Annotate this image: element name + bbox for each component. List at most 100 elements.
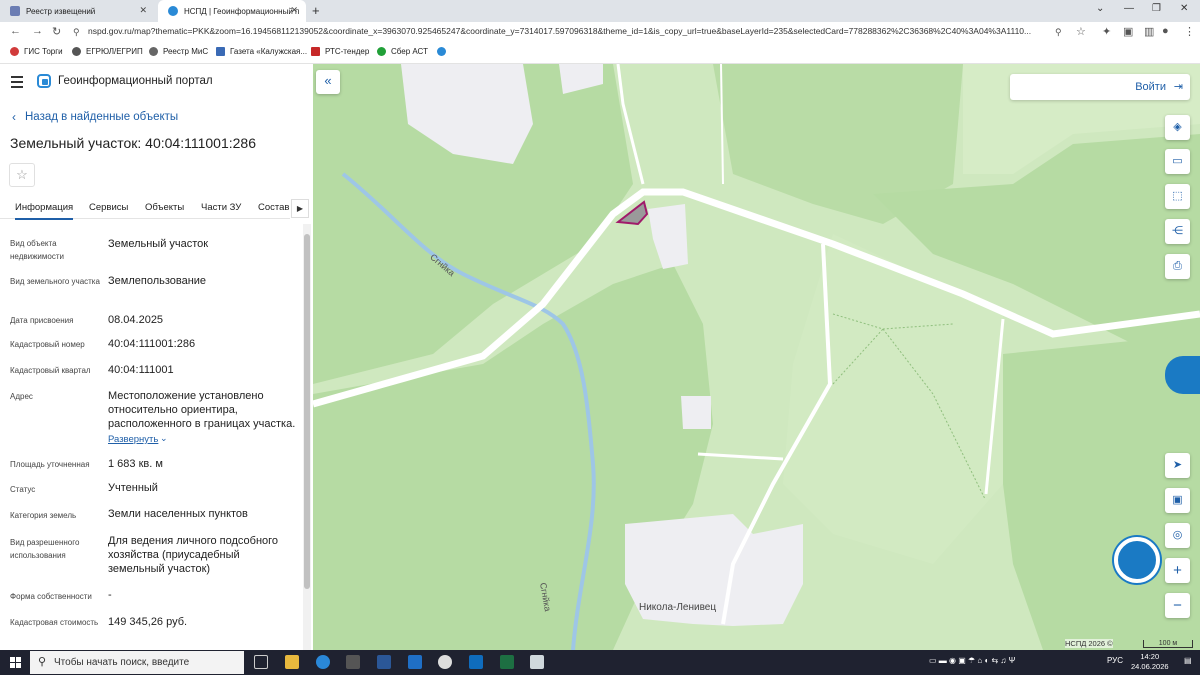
- field-value: 149 345,26 руб.: [108, 616, 188, 628]
- portal-header: Геоинформационный портал: [0, 64, 313, 100]
- expand-address-link[interactable]: Развернуть: [108, 434, 158, 445]
- zoom-in-button[interactable]: +: [1165, 558, 1190, 583]
- browser-tab-nspd[interactable]: НСПД | Геоинформационный п ✕: [158, 0, 306, 22]
- extensions-icon[interactable]: ✦: [1102, 25, 1111, 38]
- tab-services[interactable]: Сервисы: [89, 202, 128, 213]
- tab-title: НСПД | Геоинформационный п: [184, 6, 300, 16]
- word-icon[interactable]: [377, 655, 391, 669]
- excel-icon[interactable]: [500, 655, 514, 669]
- zoom-out-button[interactable]: −: [1165, 593, 1190, 618]
- navigate-arrow-icon[interactable]: ➤: [1165, 453, 1190, 478]
- site-info-icon[interactable]: ⚲: [73, 27, 80, 38]
- field-label: Дата присвоения: [10, 316, 74, 325]
- bookmark-item[interactable]: РТС-тендер: [311, 47, 369, 56]
- chat-icon[interactable]: [1114, 537, 1160, 583]
- newspaper-icon: [216, 47, 225, 56]
- tab-parts[interactable]: Части ЗУ: [201, 202, 241, 213]
- chrome-icon[interactable]: [438, 655, 452, 669]
- map-canvas[interactable]: Сгнйка Сгнйка Никола-Ленивец: [313, 64, 1200, 650]
- bookmark-star-icon[interactable]: ☆: [1076, 25, 1086, 38]
- chevron-down-icon[interactable]: ⌄: [1096, 3, 1104, 14]
- nspd-icon: [437, 47, 446, 56]
- select-area-icon[interactable]: ⬚: [1165, 184, 1190, 209]
- url-field[interactable]: nspd.gov.ru/map?thematic=PKK&zoom=16.194…: [88, 26, 1058, 36]
- outlook-icon[interactable]: [469, 655, 483, 669]
- system-clock[interactable]: 14:20 24.06.2026: [1131, 652, 1169, 672]
- download-icon[interactable]: ▣: [1123, 25, 1133, 38]
- ruler-icon[interactable]: ▭: [1165, 149, 1190, 174]
- collapse-panel-button[interactable]: «: [316, 70, 340, 94]
- gis-icon: [10, 47, 19, 56]
- close-tab-icon[interactable]: ✕: [139, 5, 147, 16]
- portal-logo-icon: [37, 74, 51, 88]
- bookmark-item[interactable]: [437, 47, 451, 56]
- notifications-icon[interactable]: ▤: [1184, 656, 1192, 665]
- windows-start-icon[interactable]: [10, 657, 21, 668]
- print-icon[interactable]: ⎙: [1165, 254, 1190, 279]
- edge-icon[interactable]: [316, 655, 330, 669]
- tab-information[interactable]: Информация: [15, 202, 74, 220]
- field-value: -: [108, 589, 112, 601]
- sidepanel-icon[interactable]: ▥: [1144, 25, 1154, 38]
- bookmark-item[interactable]: ЕГРЮЛ/ЕГРИП: [72, 47, 143, 56]
- basemap-icon[interactable]: ▣: [1165, 488, 1190, 513]
- village-label: Никола-Ленивец: [639, 602, 717, 613]
- favorite-star-button[interactable]: ☆: [9, 163, 35, 187]
- login-button[interactable]: Войти ⇥: [1010, 74, 1190, 100]
- layers-icon[interactable]: ◈: [1165, 115, 1190, 140]
- menu-icon[interactable]: [11, 76, 23, 91]
- search-icon[interactable]: ⚲: [1055, 27, 1062, 38]
- store-icon[interactable]: [346, 655, 360, 669]
- field-label: Кадастровая стоимость: [10, 618, 99, 627]
- maximize-button[interactable]: ❐: [1152, 3, 1161, 14]
- field-value: Местоположение установлено относительно …: [108, 390, 296, 430]
- egrul-icon: [72, 47, 81, 56]
- field-label: Вид земельного участка: [10, 277, 100, 286]
- bookmark-item[interactable]: ГИС Торги: [10, 47, 63, 56]
- settlement-area: [648, 204, 688, 269]
- back-arrow-icon[interactable]: ←: [10, 25, 21, 37]
- bookmark-item[interactable]: Сбер АСТ: [377, 47, 428, 56]
- rts-icon: [311, 47, 320, 56]
- reload-icon[interactable]: ↻: [52, 25, 61, 38]
- tab-composition[interactable]: Состав: [258, 202, 289, 213]
- profile-icon[interactable]: ●: [1162, 25, 1169, 37]
- field-value: Земельный участок: [108, 238, 209, 250]
- bookmark-item[interactable]: Газета «Калужская...: [216, 47, 307, 56]
- field-value: Учтенный: [108, 482, 158, 494]
- share-icon[interactable]: ⋲: [1165, 219, 1190, 244]
- field-value: 08.04.2025: [108, 314, 164, 326]
- locate-icon[interactable]: ◎: [1165, 523, 1190, 548]
- tray-icons[interactable]: ▭ ▬ ◉ ▣ ☂ ⌂ ◐ ⇆ ♫ Ψ: [929, 656, 1015, 665]
- browser-tab-registry[interactable]: Реестр извещений ✕: [0, 0, 155, 22]
- menu-dots-icon[interactable]: ⋮: [1184, 25, 1195, 38]
- back-to-results-link[interactable]: ‹ Назад в найденные объекты: [12, 110, 178, 124]
- address-bar-row: ← → ↻ ⚲ nspd.gov.ru/map?thematic=PKK&zoo…: [0, 22, 1200, 42]
- new-tab-button[interactable]: +: [312, 3, 320, 18]
- field-label: Кадастровый квартал: [10, 366, 91, 375]
- task-view-icon[interactable]: [254, 655, 268, 669]
- calculator-icon[interactable]: [530, 655, 544, 669]
- mail-icon[interactable]: [408, 655, 422, 669]
- eagle-icon: [10, 6, 20, 16]
- panel-scrollbar-thumb[interactable]: [304, 234, 310, 589]
- field-value: Земли населенных пунктов: [108, 508, 248, 520]
- taskbar-search-input[interactable]: ⚲ Чтобы начать поиск, введите: [30, 651, 244, 674]
- forward-arrow-icon[interactable]: →: [32, 25, 43, 37]
- file-explorer-icon[interactable]: [285, 655, 299, 669]
- map-attribution: НСПД 2026 ©: [1065, 639, 1113, 648]
- language-indicator[interactable]: РУС: [1107, 656, 1123, 665]
- tabs-scroll-right-button[interactable]: ▶: [291, 199, 309, 218]
- minimize-button[interactable]: —: [1124, 3, 1134, 14]
- portal-name: Геоинформационный портал: [58, 75, 213, 87]
- search-icon: ⚲: [38, 656, 47, 668]
- close-tab-icon[interactable]: ✕: [290, 5, 298, 16]
- nspd-widget-icon[interactable]: [1165, 356, 1200, 394]
- chevron-down-icon[interactable]: ⌄: [160, 433, 168, 444]
- field-value: 40:04:111001:286: [108, 338, 196, 350]
- tab-objects[interactable]: Объекты: [145, 202, 184, 213]
- bookmark-item[interactable]: Реестр МиС: [149, 47, 208, 56]
- field-value: Землепользование: [108, 275, 207, 287]
- close-window-button[interactable]: ✕: [1180, 3, 1188, 14]
- field-label: Категория земель: [10, 511, 77, 520]
